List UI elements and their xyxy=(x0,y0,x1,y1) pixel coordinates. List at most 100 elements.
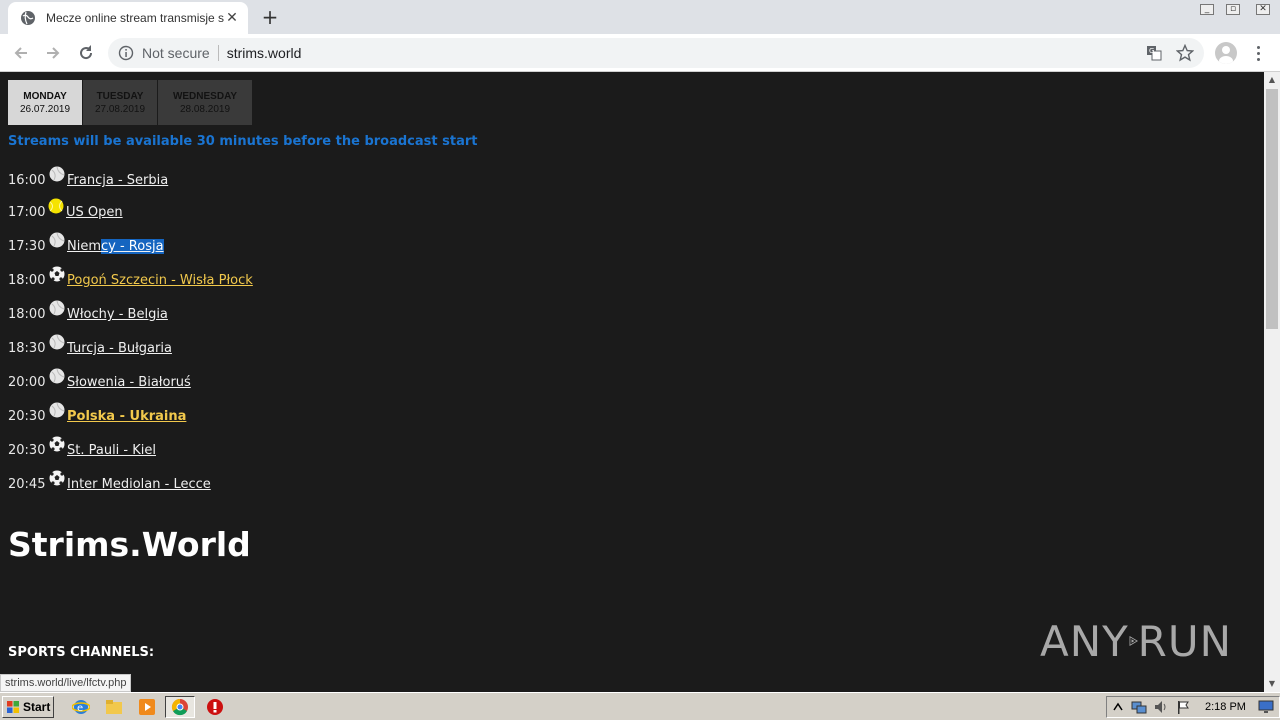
day-tabs: MONDAY 26.07.2019 TUESDAY 27.08.2019 WED… xyxy=(8,80,253,125)
scroll-up-icon[interactable]: ▲ xyxy=(1264,72,1280,88)
taskbar-clock[interactable]: 2:18 PM xyxy=(1205,701,1246,713)
svg-text:G: G xyxy=(1149,47,1154,55)
volume-icon[interactable] xyxy=(1153,699,1169,715)
tennis-ball-icon xyxy=(48,198,64,214)
security-label: Not secure xyxy=(142,45,210,61)
start-label: Start xyxy=(23,700,51,714)
system-tray: 2:18 PM xyxy=(1106,696,1280,718)
link-status-bubble: strims.world/live/lfctv.php xyxy=(0,674,132,692)
start-button[interactable]: Start xyxy=(2,696,54,718)
bookmark-star-icon[interactable] xyxy=(1176,44,1194,62)
match-link[interactable]: Pogoń Szczecin - Wisła Płock xyxy=(67,273,253,288)
back-button[interactable] xyxy=(8,40,34,66)
match-row: 16:00 Francja - Serbia xyxy=(8,166,168,188)
volleyball-icon xyxy=(49,402,65,418)
match-time: 20:45 xyxy=(8,477,46,492)
translate-icon[interactable]: G xyxy=(1146,45,1162,61)
soccer-ball-icon xyxy=(49,266,65,282)
new-tab-button[interactable]: + xyxy=(258,6,282,30)
day-tab-monday[interactable]: MONDAY 26.07.2019 xyxy=(8,80,82,125)
volleyball-icon xyxy=(49,166,65,182)
match-row: 20:30 St. Pauli - Kiel xyxy=(8,436,156,458)
tray-expand-icon[interactable] xyxy=(1111,700,1125,714)
media-player-icon[interactable] xyxy=(138,698,156,716)
match-link[interactable]: Inter Mediolan - Lecce xyxy=(67,477,211,492)
match-link[interactable]: Francja - Serbia xyxy=(67,173,168,188)
reload-icon xyxy=(80,45,93,60)
match-row: 18:30 Turcja - Bułgaria xyxy=(8,334,172,356)
browser-tab[interactable]: Mecze online stream transmisje sport ✕ xyxy=(8,2,248,34)
day-name: WEDNESDAY xyxy=(172,90,238,102)
arrow-left-icon xyxy=(14,47,27,59)
match-time: 17:00 xyxy=(8,205,46,220)
scrollbar-thumb[interactable] xyxy=(1266,89,1278,329)
action-center-flag-icon[interactable] xyxy=(1175,699,1191,715)
day-name: TUESDAY xyxy=(96,90,144,102)
match-time: 20:30 xyxy=(8,443,46,458)
day-tab-tuesday[interactable]: TUESDAY 27.08.2019 xyxy=(83,80,157,125)
match-time: 16:00 xyxy=(8,173,46,188)
match-link[interactable]: St. Pauli - Kiel xyxy=(67,443,156,458)
volleyball-icon xyxy=(49,368,65,384)
svg-text:e: e xyxy=(77,703,83,714)
match-time: 18:30 xyxy=(8,341,46,356)
browser-menu-icon[interactable] xyxy=(1250,42,1266,64)
day-date: 28.08.2019 xyxy=(179,103,231,115)
reload-button[interactable] xyxy=(73,40,99,66)
match-row: 20:45 Inter Mediolan - Lecce xyxy=(8,470,211,492)
match-link[interactable]: Polska - Ukraina xyxy=(67,409,186,424)
soccer-ball-icon xyxy=(49,436,65,452)
day-date: 26.07.2019 xyxy=(19,103,71,115)
selected-text: cy - Rosja xyxy=(101,239,164,254)
match-row: 17:00 US Open xyxy=(8,198,123,220)
maximize-button[interactable]: ▫ xyxy=(1220,0,1246,18)
match-time: 17:30 xyxy=(8,239,46,254)
match-time: 20:30 xyxy=(8,409,46,424)
match-row: 20:30 Polska - Ukraina xyxy=(8,402,186,424)
sports-channels-heading: SPORTS CHANNELS: xyxy=(8,645,155,660)
watermark-right-text: RUN xyxy=(1137,616,1232,666)
match-time: 18:00 xyxy=(8,273,46,288)
link-text: Niem xyxy=(67,239,101,254)
network-icon[interactable] xyxy=(1131,699,1147,715)
opera-stop-icon[interactable] xyxy=(206,698,224,716)
match-row: 18:00 Włochy - Belgia xyxy=(8,300,168,322)
show-desktop-icon[interactable] xyxy=(1258,700,1274,714)
day-tab-wednesday[interactable]: WEDNESDAY 28.08.2019 xyxy=(158,80,252,125)
match-link[interactable]: Włochy - Belgia xyxy=(67,307,168,322)
availability-notice: Streams will be available 30 minutes bef… xyxy=(8,134,478,149)
globe-icon xyxy=(21,11,35,25)
arrow-right-icon xyxy=(47,47,60,59)
soccer-ball-icon xyxy=(49,470,65,486)
vertical-scrollbar[interactable]: ▲ ▼ xyxy=(1264,72,1280,692)
match-link[interactable]: Turcja - Bułgaria xyxy=(67,341,172,356)
match-row: 18:00 Pogoń Szczecin - Wisła Płock xyxy=(8,266,253,288)
address-bar[interactable]: Not secure strims.world G xyxy=(108,38,1204,68)
volleyball-icon xyxy=(49,232,65,248)
windows-logo-icon xyxy=(7,701,19,713)
page-content: MONDAY 26.07.2019 TUESDAY 27.08.2019 WED… xyxy=(0,72,1264,692)
match-time: 18:00 xyxy=(8,307,46,322)
info-icon[interactable] xyxy=(118,45,134,61)
scroll-down-icon[interactable]: ▼ xyxy=(1264,676,1280,692)
site-title: Strims.World xyxy=(8,525,251,564)
tab-title: Mecze online stream transmisje sport xyxy=(46,11,224,25)
forward-button[interactable] xyxy=(40,40,66,66)
volleyball-icon xyxy=(49,300,65,316)
anyrun-watermark: ANY RUN xyxy=(1040,610,1232,672)
chrome-icon xyxy=(171,698,188,716)
internet-explorer-icon[interactable]: e xyxy=(72,698,90,716)
tab-close-icon[interactable]: ✕ xyxy=(224,10,240,26)
folder-icon[interactable] xyxy=(105,698,123,716)
profile-avatar-icon[interactable] xyxy=(1215,42,1237,64)
tab-strip: Mecze online stream transmisje sport ✕ +… xyxy=(0,0,1280,34)
match-link[interactable]: Niemcy - Rosja xyxy=(67,239,164,254)
match-link[interactable]: Słowenia - Białoruś xyxy=(67,375,191,390)
url-text[interactable]: strims.world xyxy=(227,45,302,61)
omnibox-divider xyxy=(217,45,219,61)
minimize-button[interactable]: _ xyxy=(1194,0,1220,18)
match-link[interactable]: US Open xyxy=(66,205,123,220)
close-window-button[interactable]: ✕ xyxy=(1246,0,1280,18)
day-date: 27.08.2019 xyxy=(94,103,146,115)
chrome-taskbar-button[interactable] xyxy=(165,696,195,718)
